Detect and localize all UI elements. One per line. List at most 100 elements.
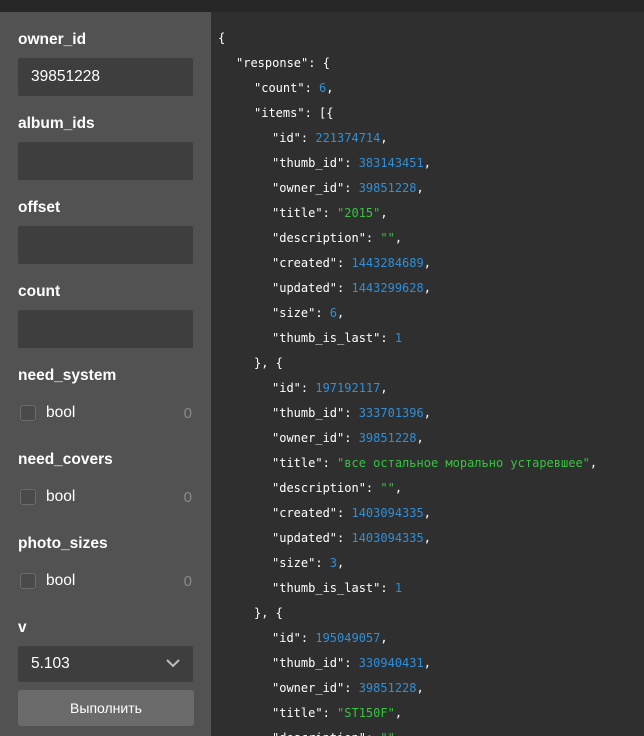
param-need-covers: need_covers bool 0 xyxy=(18,449,193,516)
json-punct: , xyxy=(380,631,388,645)
param-v: v 5.103 xyxy=(18,617,193,682)
json-line: "title": "ST150F", xyxy=(211,704,644,729)
json-punct: , xyxy=(337,556,345,570)
json-punct: , xyxy=(394,231,403,245)
json-line: "thumb_id": 383143451, xyxy=(211,154,644,179)
json-line: "updated": 1403094335, xyxy=(211,529,644,554)
bool-value: 0 xyxy=(183,404,192,422)
json-punct: , xyxy=(423,281,431,295)
param-need-system: need_system bool 0 xyxy=(18,365,193,432)
json-number: 6 xyxy=(329,306,338,320)
json-punct: , xyxy=(416,681,424,695)
json-punct: "thumb_id": xyxy=(272,656,359,670)
json-number: 1443299628 xyxy=(351,281,424,295)
json-line: "title": "2015", xyxy=(211,204,644,229)
offset-input[interactable] xyxy=(18,226,193,264)
json-punct: "title": xyxy=(272,456,338,470)
json-punct: , xyxy=(416,431,424,445)
json-number: 1 xyxy=(394,581,403,595)
json-line: }, { xyxy=(211,354,644,379)
json-line: "size": 3, xyxy=(211,554,644,579)
param-label: v xyxy=(18,619,27,636)
json-punct: "owner_id": xyxy=(272,181,359,195)
json-punct: "description": xyxy=(272,481,381,495)
json-number: 197192117 xyxy=(315,381,381,395)
json-number: 1 xyxy=(394,331,403,345)
json-response-viewer: { "response": { "count": 6, "items": [{ "id"… xyxy=(211,12,644,736)
json-line: "description": "", xyxy=(211,229,644,254)
json-punct: "items": [{ xyxy=(254,106,334,120)
json-punct: "id": xyxy=(272,631,316,645)
json-punct: , xyxy=(416,181,424,195)
json-punct: "description": xyxy=(272,731,380,736)
param-label: album_ids xyxy=(18,115,95,132)
json-punct: , xyxy=(423,656,431,670)
json-punct: "owner_id": xyxy=(272,681,359,695)
json-punct: "thumb_is_last": xyxy=(272,581,395,595)
json-number: 1443284689 xyxy=(351,256,424,270)
json-number: 221374714 xyxy=(315,131,381,145)
json-line: "size": 6, xyxy=(211,304,644,329)
chevron-down-icon xyxy=(166,655,180,673)
top-bar xyxy=(0,0,644,12)
json-punct: "owner_id": xyxy=(272,431,359,445)
need-covers-checkbox[interactable] xyxy=(20,489,36,505)
version-select[interactable]: 5.103 xyxy=(18,646,193,682)
json-punct: "thumb_is_last": xyxy=(272,331,395,345)
json-line: "id": 197192117, xyxy=(211,379,644,404)
json-punct: , xyxy=(337,306,345,320)
count-input[interactable] xyxy=(18,310,193,348)
need-system-checkbox[interactable] xyxy=(20,405,36,421)
params-sidebar: owner_id 39851228 album_ids offset count… xyxy=(0,12,211,736)
param-label: owner_id xyxy=(18,31,87,48)
bool-type-label: bool xyxy=(46,572,76,589)
json-punct: , xyxy=(394,481,403,495)
json-line: "thumb_id": 330940431, xyxy=(211,654,644,679)
json-punct: , xyxy=(423,406,431,420)
json-punct: }, { xyxy=(254,356,283,370)
json-line: "created": 1403094335, xyxy=(211,504,644,529)
param-album-ids: album_ids xyxy=(18,113,193,180)
json-punct: }, { xyxy=(254,606,283,620)
param-label: count xyxy=(18,283,61,300)
json-punct: "created": xyxy=(272,506,352,520)
json-punct: "count": xyxy=(254,81,320,95)
run-button[interactable]: Выполнить xyxy=(18,690,194,726)
bool-type-label: bool xyxy=(46,488,76,505)
album-ids-input[interactable] xyxy=(18,142,193,180)
json-punct: , xyxy=(394,706,403,720)
json-punct: "thumb_id": xyxy=(272,406,359,420)
param-label: offset xyxy=(18,199,61,216)
json-string: "2015" xyxy=(337,206,381,220)
json-punct: "id": xyxy=(272,131,316,145)
json-punct: "title": xyxy=(272,206,338,220)
bool-type-label: bool xyxy=(46,404,76,421)
json-number: 330940431 xyxy=(358,656,424,670)
param-offset: offset xyxy=(18,197,193,264)
json-string: "ST150F" xyxy=(337,706,395,720)
json-punct: , xyxy=(423,531,431,545)
param-label: need_covers xyxy=(18,451,113,468)
json-punct: , xyxy=(423,256,431,270)
json-line: "thumb_is_last": 1 xyxy=(211,329,644,354)
param-count: count xyxy=(18,281,193,348)
json-number: 39851228 xyxy=(358,181,417,195)
json-punct: "response": { xyxy=(236,56,330,70)
json-line: { xyxy=(211,29,644,54)
json-number: 3 xyxy=(329,556,338,570)
json-line: }, { xyxy=(211,604,644,629)
json-line: "items": [{ xyxy=(211,104,644,129)
photo-sizes-toggle[interactable]: bool 0 xyxy=(18,562,193,600)
json-line: "owner_id": 39851228, xyxy=(211,429,644,454)
need-covers-toggle[interactable]: bool 0 xyxy=(18,478,193,516)
json-number: 195049057 xyxy=(315,631,381,645)
json-number: 383143451 xyxy=(358,156,424,170)
json-line: "created": 1443284689, xyxy=(211,254,644,279)
photo-sizes-checkbox[interactable] xyxy=(20,573,36,589)
json-line: "thumb_is_last": 1 xyxy=(211,579,644,604)
owner-id-input[interactable]: 39851228 xyxy=(18,58,193,96)
json-string: "" xyxy=(380,481,395,495)
param-label: photo_sizes xyxy=(18,535,108,552)
need-system-toggle[interactable]: bool 0 xyxy=(18,394,193,432)
json-string: "" xyxy=(380,231,395,245)
